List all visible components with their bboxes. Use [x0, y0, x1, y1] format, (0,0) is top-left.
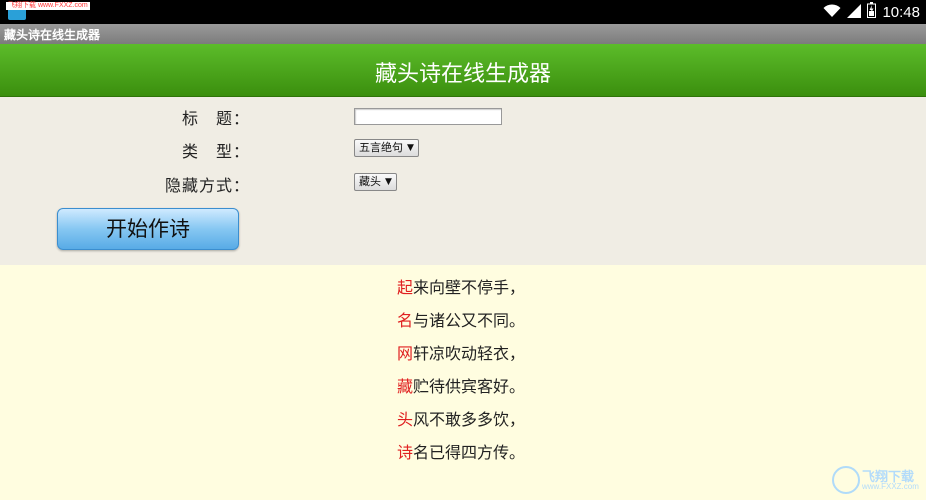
- poem-line-rest: 轩凉吹动轻衣，: [413, 344, 526, 363]
- clock: 10:48: [882, 3, 920, 21]
- start-composing-button[interactable]: 开始作诗: [57, 208, 239, 250]
- poem-line-rest: 风不敢多多饮，: [413, 410, 526, 429]
- poem-line: 诗名已得四方传。: [397, 439, 525, 463]
- hide-mode-label: 隐藏方式：: [164, 176, 250, 195]
- type-row: 类 型： 五言绝句 ▼: [0, 133, 926, 163]
- app-title-bar: 藏头诗在线生成器: [0, 24, 926, 44]
- poem-line-head: 头: [397, 410, 414, 429]
- title-row: 标 题：: [0, 100, 926, 130]
- poem-line-rest: 贮待供宾客好。: [413, 377, 526, 396]
- poem-line: 网轩凉吹动轻衣，: [397, 340, 525, 364]
- poem-line: 头风不敢多多饮，: [397, 406, 525, 430]
- chevron-down-icon: ▼: [407, 143, 414, 153]
- battery-icon: [867, 2, 877, 22]
- poem-line-rest: 名已得四方传。: [413, 443, 526, 462]
- poem-output: 起来向壁不停手， 名与诸公又不同。 网轩凉吹动轻衣， 藏贮待供宾客好。 头风不敢…: [0, 265, 926, 500]
- chevron-down-icon: ▼: [385, 177, 392, 187]
- poem-line-head: 名: [397, 311, 414, 330]
- poem-form: 标 题： 类 型： 五言绝句 ▼ 隐藏方式： 藏头 ▼ 开始作诗: [0, 97, 926, 265]
- system-tray: 10:48: [823, 0, 920, 24]
- page-header: 藏头诗在线生成器: [0, 44, 926, 97]
- watermark-logo-icon: [832, 466, 860, 494]
- status-bar: 飞翔下载 www.FXXZ.com 10:48: [0, 0, 926, 24]
- hide-mode-row: 隐藏方式： 藏头 ▼: [0, 167, 926, 197]
- hide-mode-select[interactable]: 藏头 ▼: [354, 173, 397, 191]
- title-input[interactable]: [354, 108, 502, 125]
- poem-line-rest: 与诸公又不同。: [413, 311, 526, 330]
- type-select-value: 五言绝句: [359, 141, 403, 154]
- poem-line-head: 网: [397, 344, 414, 363]
- type-label: 类 型：: [181, 142, 250, 161]
- poem-line: 藏贮待供宾客好。: [397, 373, 525, 397]
- signal-icon: [847, 3, 862, 22]
- hide-mode-select-value: 藏头: [359, 175, 381, 188]
- poem-line-rest: 来向壁不停手，: [413, 278, 526, 297]
- type-select[interactable]: 五言绝句 ▼: [354, 139, 419, 157]
- watermark: 飞翔下载 www.FXXZ.com: [832, 464, 922, 494]
- app-title: 藏头诗在线生成器: [4, 28, 101, 42]
- wifi-icon: [823, 3, 841, 22]
- watermark-url: www.FXXZ.com: [862, 482, 919, 491]
- source-badge: 飞翔下载 www.FXXZ.com: [6, 2, 90, 10]
- notification-area: 飞翔下载 www.FXXZ.com: [6, 2, 90, 22]
- poem-line-head: 起: [397, 278, 414, 297]
- poem-line-head: 诗: [397, 443, 414, 462]
- poem-line: 起来向壁不停手，: [397, 274, 525, 298]
- title-label: 标 题：: [181, 109, 250, 128]
- poem-line: 名与诸公又不同。: [397, 307, 525, 331]
- page-title: 藏头诗在线生成器: [374, 62, 551, 87]
- poem-line-head: 藏: [397, 377, 414, 396]
